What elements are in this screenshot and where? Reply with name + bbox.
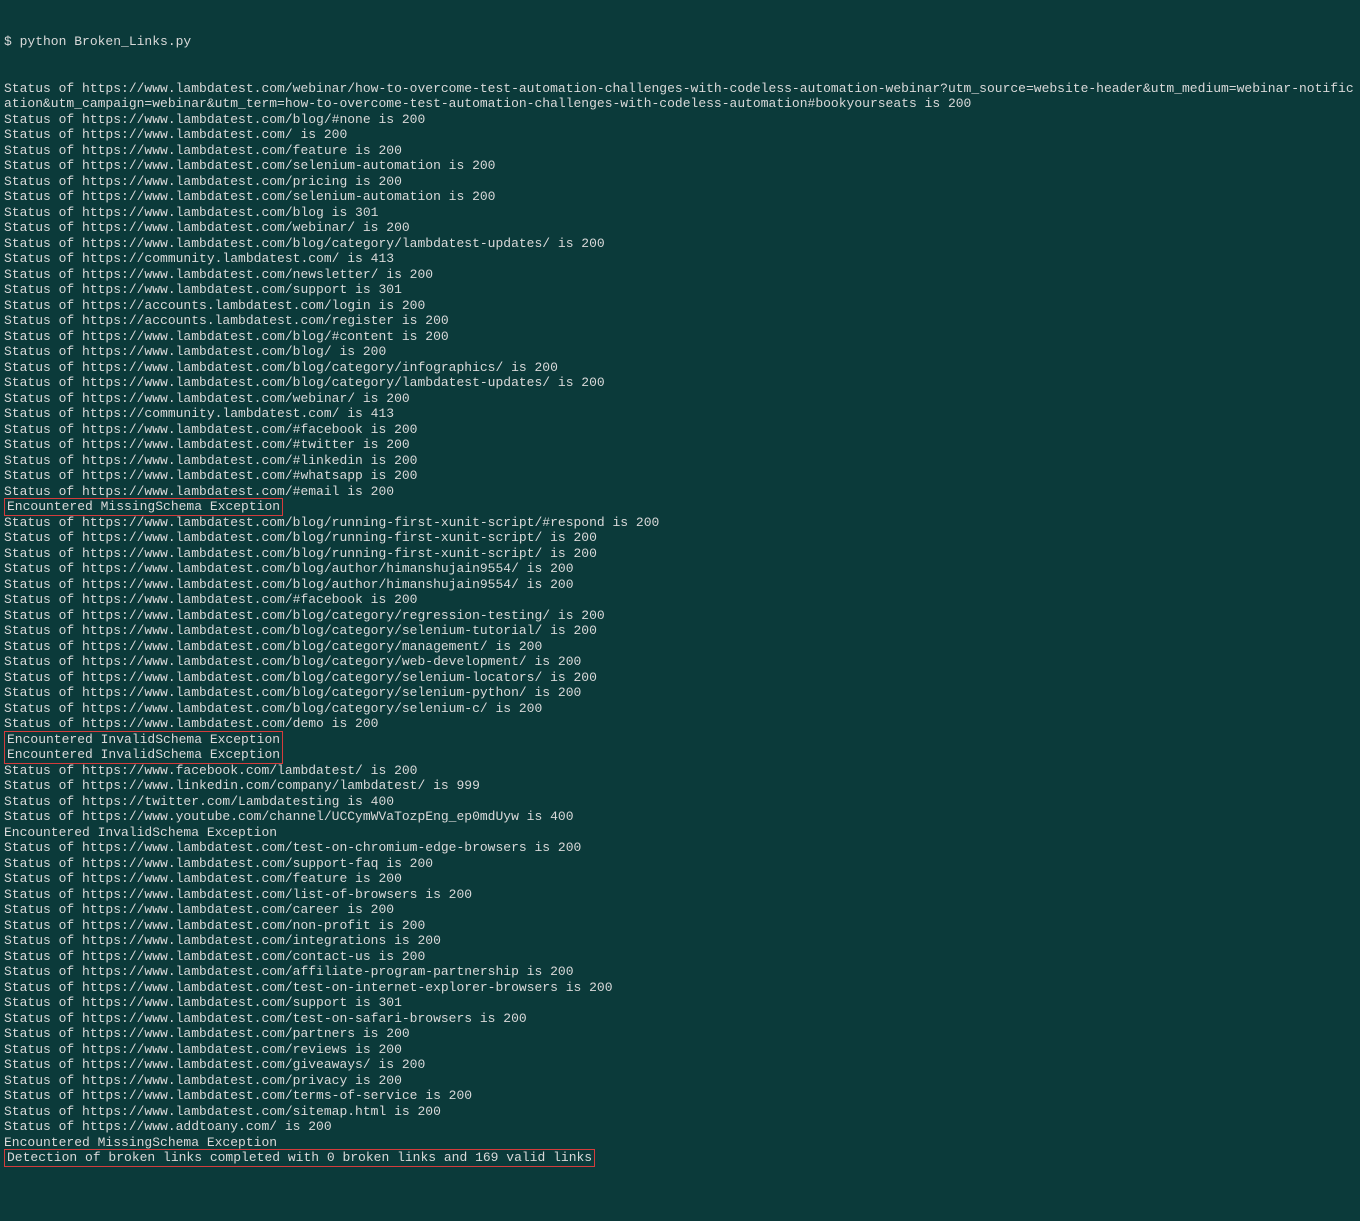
- highlighted-message: Encountered MissingSchema Exception: [4, 499, 1360, 515]
- highlighted-message: Encountered InvalidSchema Exception Enco…: [4, 732, 1360, 763]
- output-line: Status of https://www.lambdatest.com/fea…: [4, 871, 1360, 887]
- output-line: Status of https://www.lambdatest.com/blo…: [4, 515, 1360, 531]
- output-line: Status of https://www.lambdatest.com/giv…: [4, 1057, 1360, 1073]
- output-line: Status of https://www.lambdatest.com/blo…: [4, 205, 1360, 221]
- output-line: Status of https://www.lambdatest.com/web…: [4, 220, 1360, 236]
- output-line: Status of https://www.lambdatest.com/blo…: [4, 344, 1360, 360]
- output-line: Status of https://www.lambdatest.com/sup…: [4, 282, 1360, 298]
- output-lines: Status of https://www.lambdatest.com/web…: [4, 81, 1360, 1166]
- output-line: Status of https://www.lambdatest.com/dem…: [4, 716, 1360, 732]
- output-line: Status of https://www.lambdatest.com/fea…: [4, 143, 1360, 159]
- output-line: Status of https://www.lambdatest.com/non…: [4, 918, 1360, 934]
- output-line: Status of https://www.lambdatest.com/lis…: [4, 887, 1360, 903]
- output-line: Status of https://www.lambdatest.com/new…: [4, 267, 1360, 283]
- output-line: Status of https://www.lambdatest.com/aff…: [4, 964, 1360, 980]
- terminal-output[interactable]: $ python Broken_Links.py Status of https…: [0, 0, 1360, 1221]
- output-line: Status of https://www.linkedin.com/compa…: [4, 778, 1360, 794]
- output-line: Status of https://www.addtoany.com/ is 2…: [4, 1119, 1360, 1135]
- output-line: Status of https://www.lambdatest.com/pri…: [4, 1073, 1360, 1089]
- output-line: Status of https://www.lambdatest.com/blo…: [4, 375, 1360, 391]
- output-line: Status of https://www.lambdatest.com/#em…: [4, 484, 1360, 500]
- output-line: Status of https://www.lambdatest.com/sit…: [4, 1104, 1360, 1120]
- output-line: Status of https://www.lambdatest.com/#tw…: [4, 437, 1360, 453]
- output-line: Status of https://twitter.com/Lambdatest…: [4, 794, 1360, 810]
- output-line: Status of https://www.lambdatest.com/blo…: [4, 608, 1360, 624]
- output-line: Status of https://www.lambdatest.com/ter…: [4, 1088, 1360, 1104]
- command-line: $ python Broken_Links.py: [4, 34, 1360, 50]
- output-line: Status of https://www.lambdatest.com/blo…: [4, 112, 1360, 128]
- output-line: Status of https://www.lambdatest.com/#li…: [4, 453, 1360, 469]
- output-line: Status of https://www.lambdatest.com/blo…: [4, 639, 1360, 655]
- output-line: Status of https://www.lambdatest.com/ is…: [4, 127, 1360, 143]
- output-line: Status of https://accounts.lambdatest.co…: [4, 313, 1360, 329]
- output-line: Status of https://www.lambdatest.com/con…: [4, 949, 1360, 965]
- output-line: Status of https://www.lambdatest.com/tes…: [4, 980, 1360, 996]
- output-line: Status of https://www.lambdatest.com/blo…: [4, 670, 1360, 686]
- output-line: Status of https://www.lambdatest.com/sel…: [4, 158, 1360, 174]
- output-line: Status of https://www.lambdatest.com/web…: [4, 391, 1360, 407]
- output-line: Status of https://www.lambdatest.com/#fa…: [4, 592, 1360, 608]
- output-line: Status of https://www.lambdatest.com/sel…: [4, 189, 1360, 205]
- output-line: Status of https://www.lambdatest.com/rev…: [4, 1042, 1360, 1058]
- output-line: Status of https://www.lambdatest.com/blo…: [4, 685, 1360, 701]
- output-line: Status of https://www.lambdatest.com/blo…: [4, 577, 1360, 593]
- output-line: Status of https://www.youtube.com/channe…: [4, 809, 1360, 825]
- output-line: Status of https://www.lambdatest.com/par…: [4, 1026, 1360, 1042]
- output-line: Status of https://www.facebook.com/lambd…: [4, 763, 1360, 779]
- output-line: Status of https://www.lambdatest.com/#wh…: [4, 468, 1360, 484]
- output-line: Status of https://www.lambdatest.com/int…: [4, 933, 1360, 949]
- output-line: Status of https://www.lambdatest.com/tes…: [4, 1011, 1360, 1027]
- output-line: Status of https://www.lambdatest.com/web…: [4, 81, 1360, 112]
- output-line: Status of https://www.lambdatest.com/car…: [4, 902, 1360, 918]
- output-line: Encountered InvalidSchema Exception: [4, 825, 1360, 841]
- output-line: Status of https://www.lambdatest.com/blo…: [4, 623, 1360, 639]
- output-line: Status of https://www.lambdatest.com/tes…: [4, 840, 1360, 856]
- output-line: Status of https://www.lambdatest.com/blo…: [4, 329, 1360, 345]
- output-line: Status of https://community.lambdatest.c…: [4, 251, 1360, 267]
- highlighted-message: Detection of broken links completed with…: [4, 1150, 1360, 1166]
- output-line: Encountered MissingSchema Exception: [4, 1135, 1360, 1151]
- output-line: Status of https://www.lambdatest.com/#fa…: [4, 422, 1360, 438]
- output-line: Status of https://www.lambdatest.com/blo…: [4, 654, 1360, 670]
- output-line: Status of https://community.lambdatest.c…: [4, 406, 1360, 422]
- output-line: Status of https://www.lambdatest.com/blo…: [4, 701, 1360, 717]
- output-line: Status of https://www.lambdatest.com/blo…: [4, 530, 1360, 546]
- output-line: Status of https://www.lambdatest.com/blo…: [4, 236, 1360, 252]
- output-line: Status of https://www.lambdatest.com/sup…: [4, 995, 1360, 1011]
- output-line: Status of https://accounts.lambdatest.co…: [4, 298, 1360, 314]
- output-line: Status of https://www.lambdatest.com/sup…: [4, 856, 1360, 872]
- output-line: Status of https://www.lambdatest.com/blo…: [4, 561, 1360, 577]
- output-line: Status of https://www.lambdatest.com/blo…: [4, 360, 1360, 376]
- output-line: Status of https://www.lambdatest.com/blo…: [4, 546, 1360, 562]
- output-line: Status of https://www.lambdatest.com/pri…: [4, 174, 1360, 190]
